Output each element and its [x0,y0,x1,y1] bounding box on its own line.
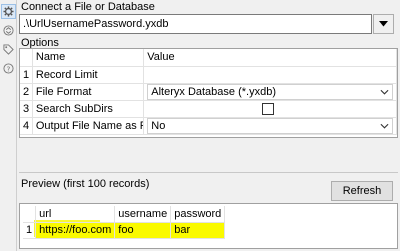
refresh-button[interactable]: Refresh [331,181,393,201]
url-column-header: url [35,206,116,223]
input-tool-config-panel: Connect a File or Database .\UrlUsername… [17,0,400,251]
file-dropdown-button[interactable] [373,14,394,34]
panel-splitter[interactable] [19,172,398,175]
username-column-header: username [114,206,172,223]
chevron-down-icon [379,21,388,27]
search-subdirs-cell [143,100,397,118]
configuration-tab[interactable] [1,4,16,19]
username-cell: foo [114,222,172,239]
option-name: Record Limit [32,66,145,84]
tool-sidebar: ? [0,0,17,251]
file-format-value: Alteryx Database (*.yxdb) [151,85,276,98]
arrows-icon [3,25,14,36]
file-path-input[interactable]: .\UrlUsernamePassword.yxdb [19,14,372,34]
help-tab[interactable]: ? [1,61,16,76]
preview-grid: url username password 1 https://foo.com … [19,203,398,249]
row-number-header [23,206,37,223]
option-name: File Format [32,83,145,101]
output-file-name-cell: No [143,117,397,135]
chevron-down-icon [380,89,389,95]
options-grid: Name Value 1 Record Limit 2 File Format … [19,48,398,138]
row-number: 2 [20,83,33,101]
table-row[interactable]: 1 https://foo.com foo bar [23,222,226,239]
connect-label: Connect a File or Database [21,1,155,13]
option-row-search-subdirs[interactable]: 3 Search SubDirs [20,100,397,118]
url-cell: https://foo.com [35,222,116,239]
option-name: Output File Name as Field [32,117,145,135]
file-format-select[interactable]: Alteryx Database (*.yxdb) [147,83,393,99]
gear-icon [3,6,14,17]
row-number: 3 [20,100,33,118]
name-column-header: Name [32,49,145,67]
metadata-tab[interactable] [1,42,16,57]
row-number: 1 [23,222,37,239]
option-row-record-limit[interactable]: 1 Record Limit [20,66,397,84]
preview-label: Preview (first 100 records) [21,178,150,190]
svg-text:?: ? [7,64,11,73]
search-subdirs-checkbox[interactable] [262,102,275,115]
annotation-tab[interactable] [1,23,16,38]
option-name: Search SubDirs [32,100,145,118]
password-cell: bar [170,222,226,239]
output-file-name-select[interactable]: No [147,117,393,133]
help-icon: ? [3,63,14,74]
option-row-file-format[interactable]: 2 File Format Alteryx Database (*.yxdb) [20,83,397,101]
output-file-name-value: No [151,119,166,132]
row-number: 1 [20,66,33,84]
record-limit-input[interactable] [143,66,397,84]
password-column-header: password [170,206,226,223]
file-format-cell: Alteryx Database (*.yxdb) [143,83,397,101]
row-number-header [20,49,33,67]
tag-icon [3,44,14,55]
option-row-output-file-name[interactable]: 4 Output File Name as Field No [20,117,397,135]
options-header-row: Name Value [20,49,397,67]
chevron-down-icon [380,123,389,129]
preview-header-row: url username password [23,206,226,223]
row-number: 4 [20,117,33,135]
value-column-header: Value [143,49,397,67]
